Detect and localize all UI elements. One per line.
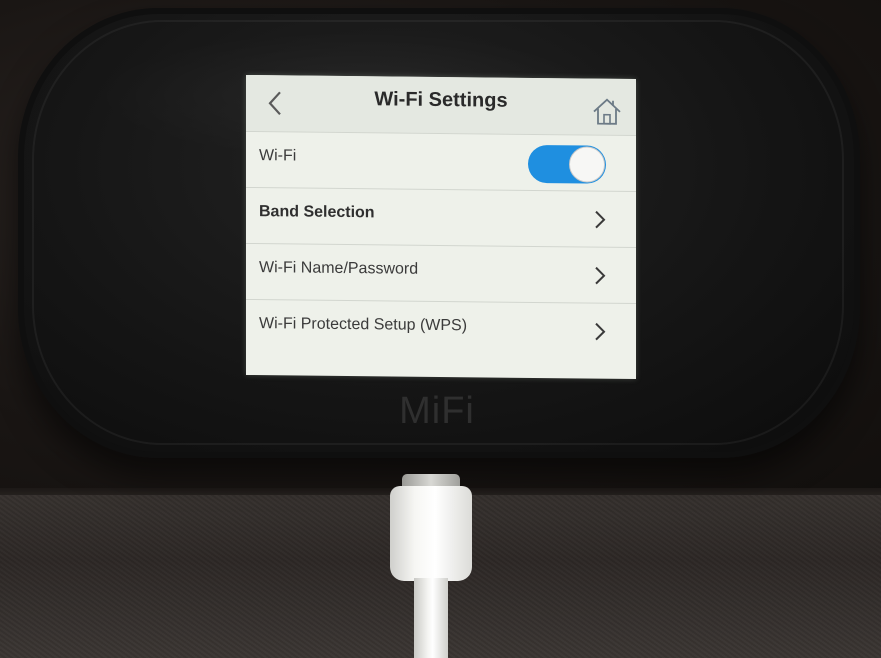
toggle-knob — [569, 146, 605, 183]
wifi-name-password-row[interactable]: Wi-Fi Name/Password — [246, 242, 636, 304]
brand-logo: MiFi — [399, 390, 475, 432]
home-icon — [593, 98, 621, 125]
home-button[interactable] — [590, 95, 624, 129]
touch-screen: Wi-Fi Settings Wi-Fi Band Selection Wi-F… — [246, 74, 636, 380]
chevron-right-icon — [595, 210, 606, 229]
wps-row[interactable]: Wi-Fi Protected Setup (WPS) — [246, 298, 636, 360]
chevron-left-icon — [268, 91, 281, 116]
usb-c-plug — [390, 486, 472, 581]
wps-label: Wi-Fi Protected Setup (WPS) — [259, 315, 468, 335]
band-selection-label: Band Selection — [259, 203, 375, 222]
wifi-name-password-label: Wi-Fi Name/Password — [259, 259, 419, 278]
charging-cable — [414, 578, 448, 658]
wifi-toggle-switch[interactable] — [528, 144, 606, 184]
photo-scene: MiFi Wi-Fi Settings Wi-Fi Band Selection… — [0, 0, 881, 658]
band-selection-row[interactable]: Band Selection — [246, 186, 636, 248]
page-title: Wi-Fi Settings — [374, 88, 508, 112]
screen-header: Wi-Fi Settings — [246, 74, 636, 136]
wifi-label: Wi-Fi — [259, 147, 297, 165]
chevron-right-icon — [595, 266, 606, 285]
back-button[interactable] — [260, 85, 290, 121]
chevron-right-icon — [595, 322, 606, 341]
wifi-toggle-row[interactable]: Wi-Fi — [246, 130, 636, 192]
